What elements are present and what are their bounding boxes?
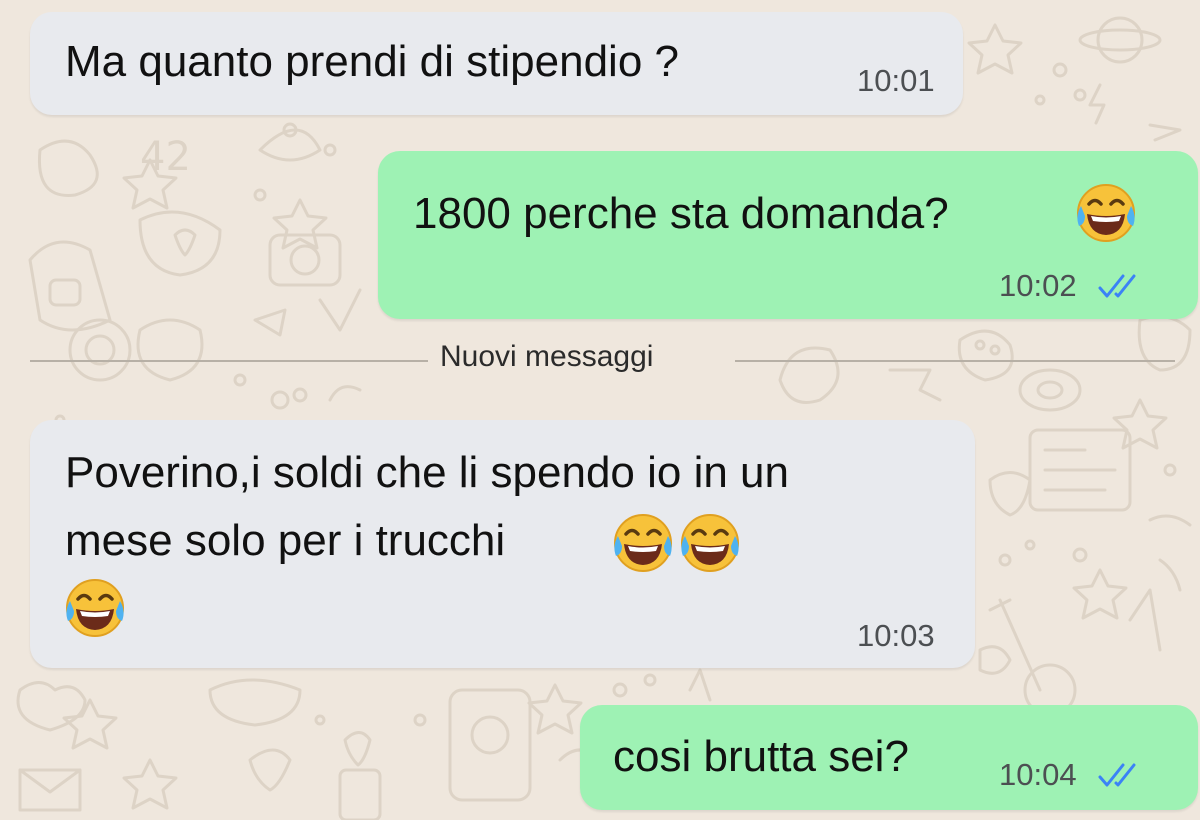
face-with-tears-of-joy-emoji xyxy=(681,514,739,572)
message-timestamp: 10:01 xyxy=(857,63,935,98)
chat-wallpaper: 42 xyxy=(16,16,1192,820)
message-text-line-1: Poverino,i soldi che li spendo io in un xyxy=(65,448,790,497)
face-with-tears-of-joy-emoji xyxy=(66,579,124,637)
message-timestamp: 10:04 xyxy=(999,757,1077,792)
message-text: 1800 perche sta domanda? xyxy=(413,189,949,238)
new-messages-divider-label: Nuovi messaggi xyxy=(440,340,654,373)
face-with-tears-of-joy-emoji xyxy=(614,514,672,572)
message-text-line-2: mese solo per i trucchi xyxy=(65,516,506,565)
read-receipt-icon xyxy=(1098,763,1136,787)
message-text: Ma quanto prendi di stipendio ? xyxy=(65,37,679,86)
divider-line-left xyxy=(30,360,428,362)
divider-line-right xyxy=(735,360,1175,362)
message-timestamp: 10:03 xyxy=(857,618,935,653)
message-text: cosi brutta sei? xyxy=(613,732,909,781)
read-receipt-icon xyxy=(1098,274,1136,298)
message-timestamp: 10:02 xyxy=(999,268,1077,303)
face-with-tears-of-joy-emoji xyxy=(1077,184,1135,242)
svg-text:42: 42 xyxy=(140,134,191,180)
